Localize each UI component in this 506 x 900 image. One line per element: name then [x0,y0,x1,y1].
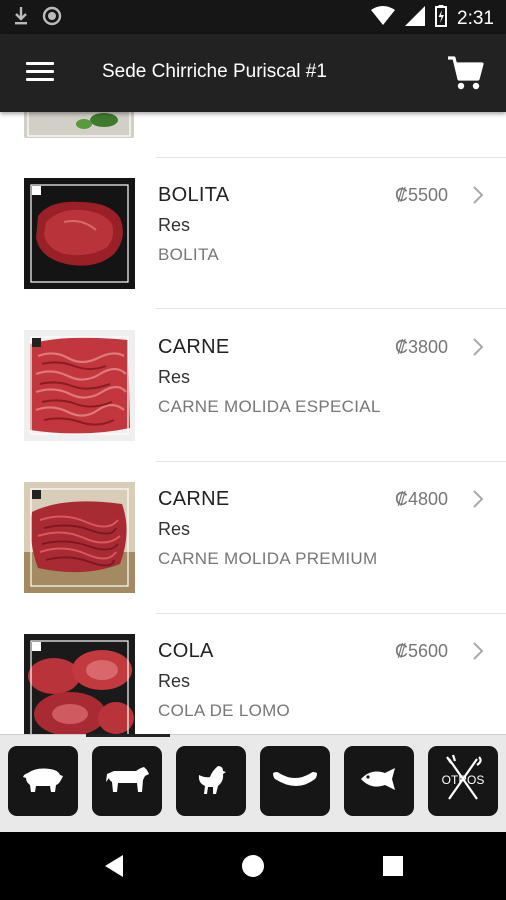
product-description: CARNE MOLIDA PREMIUM [158,549,378,568]
product-price: ₡3800 [394,337,448,357]
category-sausage-button[interactable] [260,746,330,816]
product-description: COLA DE LOMO [158,701,291,720]
battery-icon [435,5,448,32]
category-otros-button[interactable]: OTROS [428,746,498,816]
circle-notification-icon [42,6,62,31]
product-row[interactable]: CARNE Res CARNE MOLIDA ESPECIAL ₡3800 [0,310,506,462]
product-image [24,634,135,734]
cow-icon [104,764,150,799]
recents-icon[interactable] [382,855,404,882]
category-fish-button[interactable] [344,746,414,816]
chicken-icon [196,763,226,800]
app-bar: Sede Chirriche Puriscal #1 [0,34,506,112]
chevron-right-icon [472,185,484,205]
list-divider [156,308,506,309]
fish-icon [359,767,399,795]
product-list[interactable]: BOLITA Res BOLITA ₡5500 CARNE Res CARNE … [0,112,506,734]
wifi-icon [371,6,396,31]
product-category: Res [158,671,191,691]
product-price: ₡5600 [394,641,448,661]
product-description: BOLITA [158,245,220,264]
hamburger-menu-icon[interactable] [26,62,54,84]
status-bar: 2:31 [0,0,506,34]
page-title: Sede Chirriche Puriscal #1 [102,61,327,82]
product-row[interactable]: COLA Res COLA DE LOMO ₡5600 [0,614,506,734]
sausage-icon [271,769,319,794]
product-image [24,330,135,441]
product-row[interactable]: CARNE Res CARNE MOLIDA PREMIUM ₡4800 [0,462,506,614]
pig-icon [22,765,64,798]
chevron-right-icon [472,641,484,661]
category-otros-label: OTROS [442,773,485,787]
category-beef-button[interactable] [92,746,162,816]
product-image [24,178,135,289]
product-category: Res [158,367,191,387]
system-navigation-bar [0,832,506,900]
chevron-right-icon [472,337,484,357]
product-description: CARNE MOLIDA ESPECIAL [158,397,381,416]
product-name: COLA [158,640,214,662]
category-bar: OTROS [0,734,506,833]
home-icon[interactable] [241,854,265,883]
product-image [24,112,134,138]
status-time: 2:31 [457,7,494,29]
product-name: CARNE [158,488,230,510]
signal-icon [405,6,426,31]
back-icon[interactable] [104,854,124,883]
shopping-cart-icon[interactable] [446,54,484,92]
chevron-right-icon [472,489,484,509]
product-category: Res [158,215,191,235]
product-name: BOLITA [158,184,230,206]
product-name: CARNE [158,336,230,358]
product-price: ₡5500 [394,185,448,205]
product-price: ₡4800 [394,489,448,509]
product-row[interactable]: BOLITA Res BOLITA ₡5500 [0,158,506,310]
product-image [24,482,135,593]
product-category: Res [158,519,191,539]
category-chicken-button[interactable] [176,746,246,816]
download-icon [14,6,28,31]
category-pork-button[interactable] [8,746,78,816]
category-tab-indicator [86,734,170,737]
otros-utensils-icon: OTROS [435,751,491,812]
